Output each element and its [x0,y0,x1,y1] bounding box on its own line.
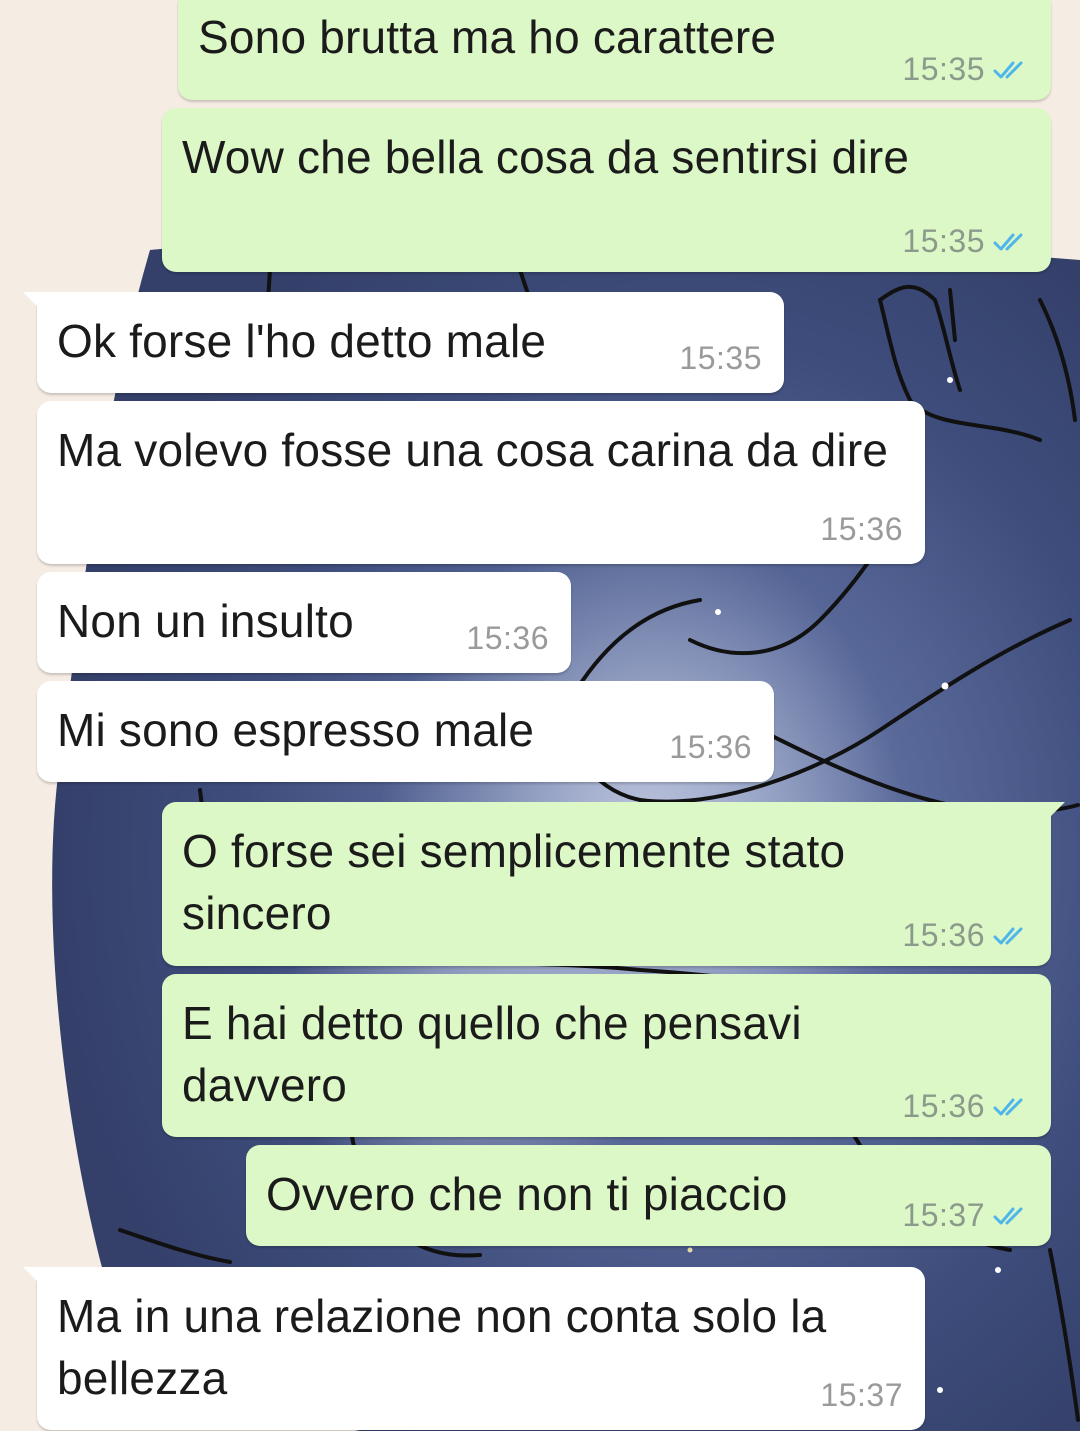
message-time: 15:35 [679,340,762,376]
message-text: O forse sei semplicemente stato sincero [182,825,846,939]
message-incoming[interactable]: Ma in una relazione non conta solo la be… [23,1267,925,1430]
message-text: Wow che bella cosa da sentirsi dire [182,131,910,183]
message-text: Ma in una relazione non conta solo la be… [57,1290,827,1404]
message-time: 15:35 [902,223,985,259]
chat-thread: Sono brutta ma ho carattere 15:35 Wow ch… [0,0,1080,1431]
message-time: 15:36 [902,1088,985,1124]
message-outgoing[interactable]: O forse sei semplicemente stato sincero … [162,802,1065,966]
message-outgoing[interactable]: E hai detto quello che pensavi davvero 1… [162,974,1051,1137]
double-check-icon [993,61,1023,78]
message-time: 15:37 [820,1377,903,1413]
message-outgoing[interactable]: Wow che bella cosa da sentirsi dire 15:3… [162,108,1051,272]
message-incoming[interactable]: Ok forse l'ho detto male 15:35 [23,292,784,393]
message-time: 15:36 [466,620,549,656]
message-time: 15:36 [669,729,752,765]
message-text: E hai detto quello che pensavi davvero [182,997,802,1111]
bubble-tail [23,1267,45,1289]
message-time: 15:36 [820,511,903,547]
bubble-tail [1043,802,1065,824]
message-text: Ok forse l'ho detto male [57,315,547,367]
message-text: Mi sono espresso male [57,704,535,756]
message-text: Ma volevo fosse una cosa carina da dire [57,424,889,476]
message-incoming[interactable]: Ma volevo fosse una cosa carina da dire … [37,401,925,564]
message-incoming[interactable]: Non un insulto 15:36 [37,572,571,673]
message-incoming[interactable]: Mi sono espresso male 15:36 [37,681,774,782]
message-time: 15:36 [902,917,985,953]
message-time: 15:35 [902,51,985,87]
double-check-icon [993,233,1023,250]
double-check-icon [993,927,1023,944]
bubble-tail [23,292,45,314]
double-check-icon [993,1207,1023,1224]
double-check-icon [993,1098,1023,1115]
message-outgoing[interactable]: Ovvero che non ti piaccio 15:37 [246,1145,1051,1246]
message-outgoing[interactable]: Sono brutta ma ho carattere 15:35 [178,0,1051,100]
message-time: 15:37 [902,1197,985,1233]
